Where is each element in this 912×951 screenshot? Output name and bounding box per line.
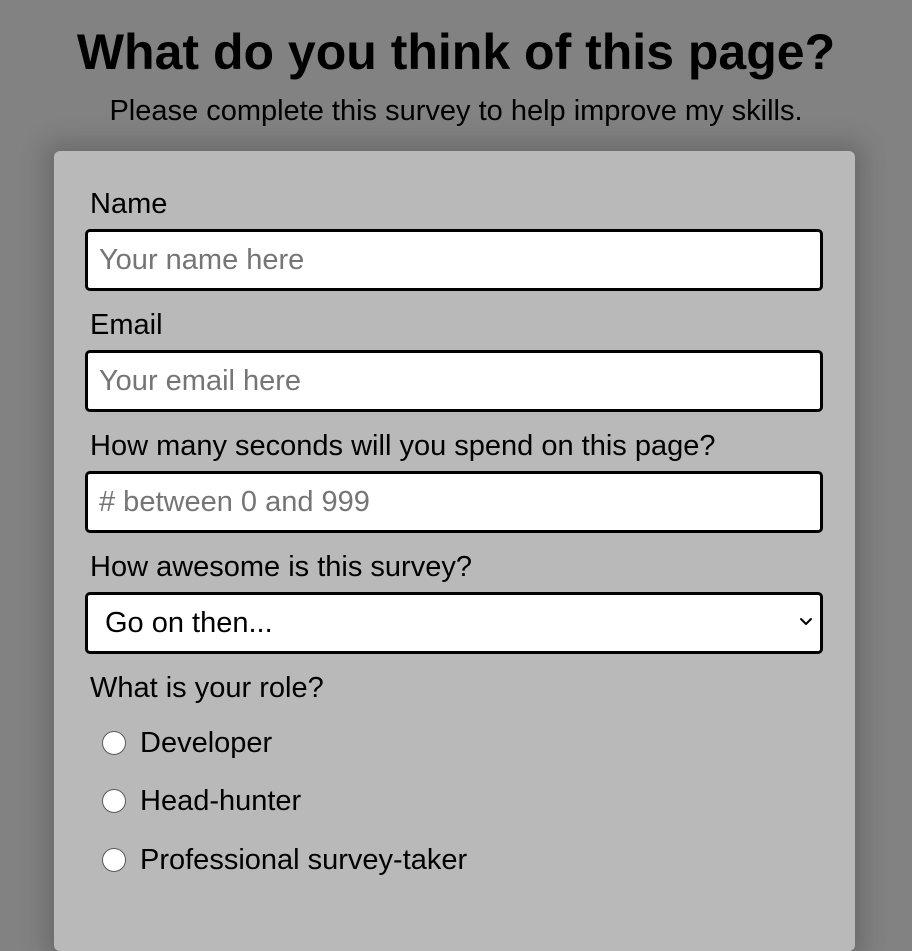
role-option-professional-survey-taker[interactable]: Professional survey-taker [102,840,467,880]
role-label: What is your role? [90,672,324,704]
role-option-head-hunter[interactable]: Head-hunter [102,781,301,821]
survey-form: Name Email How many seconds will you spe… [54,151,855,951]
email-label: Email [90,309,163,341]
page-title: What do you think of this page? [76,24,836,80]
seconds-label: How many seconds will you spend on this … [90,430,716,462]
page-subtitle: Please complete this survey to help impr… [109,95,803,127]
awesome-dropdown[interactable]: Go on then... [85,592,823,654]
chevron-down-icon [800,618,812,625]
awesome-dropdown-value: Go on then... [105,607,273,639]
email-input[interactable] [85,350,823,412]
role-option-label: Developer [140,727,273,759]
seconds-input[interactable] [85,471,823,533]
role-option-label: Professional survey-taker [140,844,468,876]
radio-button[interactable] [102,848,126,872]
awesome-label: How awesome is this survey? [90,551,472,583]
name-input[interactable] [85,229,823,291]
radio-button[interactable] [102,789,126,813]
name-label: Name [90,188,168,220]
role-option-developer[interactable]: Developer [102,723,272,763]
role-option-label: Head-hunter [140,785,302,817]
radio-button[interactable] [102,731,126,755]
